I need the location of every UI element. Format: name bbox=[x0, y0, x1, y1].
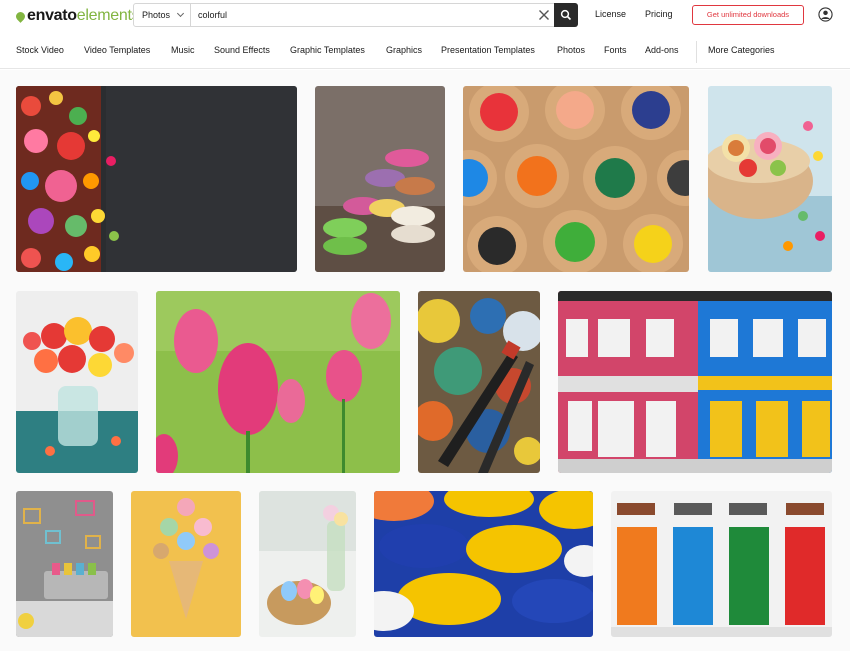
nav-add-ons[interactable]: Add-ons bbox=[645, 45, 679, 55]
account-icon[interactable] bbox=[818, 7, 833, 22]
nav-more-categories[interactable]: More Categories bbox=[708, 45, 775, 55]
pencils-photo bbox=[463, 86, 689, 272]
photo-tile-umbrellas[interactable] bbox=[374, 491, 593, 637]
logo-envato-text: envato bbox=[27, 7, 77, 24]
close-icon[interactable] bbox=[536, 7, 552, 23]
search-input[interactable] bbox=[192, 4, 532, 26]
building-facade-photo bbox=[558, 291, 832, 473]
candy-photo bbox=[16, 86, 297, 272]
macarons-photo bbox=[315, 86, 445, 272]
pricing-link[interactable]: Pricing bbox=[645, 9, 673, 19]
category-dropdown[interactable]: Photos bbox=[134, 4, 191, 26]
photo-tile-room-interior[interactable] bbox=[16, 491, 113, 637]
photo-tile-building-facade[interactable] bbox=[558, 291, 832, 473]
nav-sound-effects[interactable]: Sound Effects bbox=[214, 45, 270, 55]
get-unlimited-downloads-button[interactable]: Get unlimited downloads bbox=[692, 5, 804, 25]
logo-elements-text: elements bbox=[76, 7, 140, 24]
roses-photo bbox=[16, 291, 138, 473]
photo-gallery bbox=[0, 70, 850, 651]
umbrellas-photo bbox=[374, 491, 593, 637]
chevron-down-icon bbox=[176, 9, 185, 18]
photo-tile-paint-palette[interactable] bbox=[418, 291, 540, 473]
nav-music[interactable]: Music bbox=[171, 45, 195, 55]
nav-graphic-templates[interactable]: Graphic Templates bbox=[290, 45, 365, 55]
search-button[interactable] bbox=[554, 3, 578, 27]
room-interior-photo bbox=[16, 491, 113, 637]
photo-tile-candy-bowl[interactable] bbox=[708, 86, 832, 272]
photo-tile-easter-basket[interactable] bbox=[259, 491, 356, 637]
photo-tile-roses[interactable] bbox=[16, 291, 138, 473]
photo-tile-candy[interactable] bbox=[16, 86, 297, 272]
category-dropdown-label: Photos bbox=[142, 10, 171, 20]
photo-tile-pencils[interactable] bbox=[463, 86, 689, 272]
envato-elements-logo[interactable]: envato elements bbox=[14, 7, 140, 25]
nav-divider bbox=[696, 41, 697, 63]
category-navigation: Stock Video Video Templates Music Sound … bbox=[0, 35, 850, 69]
nav-stock-video[interactable]: Stock Video bbox=[16, 45, 64, 55]
colorful-doors-photo bbox=[611, 491, 832, 637]
photo-tile-macarons[interactable] bbox=[315, 86, 445, 272]
paint-palette-photo bbox=[418, 291, 540, 473]
search-bar: Photos bbox=[133, 3, 578, 27]
leaf-icon bbox=[14, 9, 27, 23]
tulips-photo bbox=[156, 291, 400, 473]
nav-presentation-templates[interactable]: Presentation Templates bbox=[441, 45, 535, 55]
candy-bowl-photo bbox=[708, 86, 832, 272]
search-icon bbox=[560, 9, 572, 21]
photo-tile-tulips[interactable] bbox=[156, 291, 400, 473]
nav-graphics[interactable]: Graphics bbox=[386, 45, 422, 55]
photo-tile-colorful-doors[interactable] bbox=[611, 491, 832, 637]
easter-basket-photo bbox=[259, 491, 356, 637]
macaron-cone-photo bbox=[131, 491, 241, 637]
license-link[interactable]: License bbox=[595, 9, 626, 19]
nav-video-templates[interactable]: Video Templates bbox=[84, 45, 150, 55]
photo-tile-macaron-cone[interactable] bbox=[131, 491, 241, 637]
nav-photos[interactable]: Photos bbox=[557, 45, 585, 55]
nav-fonts[interactable]: Fonts bbox=[604, 45, 627, 55]
top-header: envatoelements Photos License Pricing Ge… bbox=[0, 0, 850, 30]
